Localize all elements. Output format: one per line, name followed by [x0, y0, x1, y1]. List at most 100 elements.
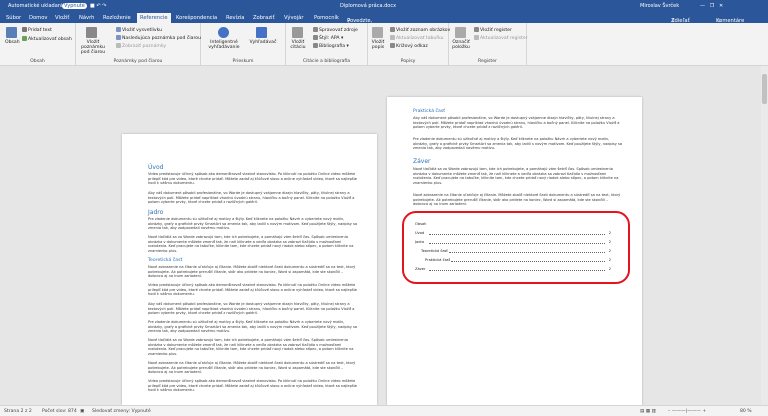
next-note-icon	[116, 35, 121, 40]
chevron-down-icon: ▾	[346, 44, 349, 49]
show-notes-label: Zobraziť poznámky	[122, 44, 167, 49]
tab-layout[interactable]: Rozloženie	[103, 15, 131, 21]
toc-button[interactable]: Obsah	[5, 40, 20, 45]
heading-jadro: Jadro	[148, 209, 164, 216]
cross-reference-label: Krížový odkaz	[396, 44, 428, 49]
footnote-icon	[86, 27, 97, 38]
chevron-down-icon: ▾	[340, 36, 344, 41]
insert-footnote-button[interactable]: Vložiť poznámku pod čiarou	[78, 40, 108, 55]
add-text-label: Pridať text	[28, 28, 52, 33]
scrollbar-thumb[interactable]	[762, 74, 767, 104]
tof-icon	[390, 27, 395, 32]
tab-view[interactable]: Zobraziť	[253, 15, 275, 21]
window-controls[interactable]: — ❐ ✕	[700, 3, 723, 9]
bibliography-label: Bibliografia	[319, 44, 346, 49]
heading-zaver: Záver	[413, 158, 431, 165]
group-label: Popisy	[400, 59, 416, 64]
paragraph: Pre zladenie dokumentu sú užitočné aj mo…	[148, 320, 358, 334]
group-label: Obsah	[30, 59, 45, 64]
group-label: Citácie a bibliografia	[302, 59, 351, 64]
tab-insert[interactable]: Vložiť	[55, 15, 69, 21]
tab-review[interactable]: Revízia	[226, 15, 244, 21]
paragraph: Nové zobrazenie na čítanie uľahčuje aj č…	[148, 265, 356, 279]
update-index-button[interactable]: Aktualizovať register	[474, 35, 528, 41]
word-count[interactable]: Počet slov: 874	[42, 409, 77, 414]
insert-tof-label: Vložiť zoznam obrázkov	[396, 28, 451, 33]
refresh-icon	[474, 35, 479, 40]
tab-design[interactable]: Návrh	[79, 15, 94, 21]
autosave-label: Automatické ukladanie	[8, 3, 66, 9]
zoom-level[interactable]: 80 %	[740, 409, 752, 414]
autosave-toggle[interactable]: Vypnuté	[62, 2, 87, 9]
add-text-icon	[22, 27, 27, 32]
tab-developer[interactable]: Vývojár	[284, 15, 303, 21]
researcher-button[interactable]: Vyhľadávač	[245, 40, 281, 45]
group-index: Označiť položku Vložiť register Aktualiz…	[449, 23, 528, 66]
update-toc-label: Aktualizovať obsah	[28, 37, 72, 42]
researcher-icon	[256, 27, 267, 38]
endnote-icon	[116, 27, 121, 32]
add-text-button[interactable]: Pridať text	[22, 27, 52, 33]
tab-home[interactable]: Domov	[29, 15, 47, 21]
user-name[interactable]: Miroslav Švrček	[640, 3, 679, 9]
group-footnotes: Vložiť poznámku pod čiarou Vložiť vysvet…	[76, 23, 201, 66]
update-tof-button[interactable]: Aktualizovať tabuľku	[390, 35, 444, 41]
track-changes-status[interactable]: Sledovať zmeny: Vypnuté	[92, 409, 151, 414]
paragraph: Nové zobrazenie na čítanie uľahčuje aj č…	[148, 361, 356, 375]
paragraph: Nové tlačidlá sa vo Worde zobrazujú tam,…	[148, 235, 354, 253]
vertical-scrollbar[interactable]	[761, 66, 768, 405]
paragraph: Pre zladenie dokumentu sú užitočné aj mo…	[413, 137, 623, 151]
tab-help[interactable]: Pomocník	[314, 15, 339, 21]
bibliography-icon	[313, 43, 318, 48]
paragraph: Pre zladenie dokumentu sú užitočné aj mo…	[148, 217, 358, 231]
bibliography-button[interactable]: Bibliografia ▾	[313, 43, 349, 49]
show-notes-button[interactable]: Zobraziť poznámky	[116, 43, 166, 49]
caption-icon	[372, 27, 383, 38]
update-index-label: Aktualizovať register	[480, 36, 528, 41]
insert-tof-button[interactable]: Vložiť zoznam obrázkov	[390, 27, 450, 33]
mark-entry-button[interactable]: Označiť položku	[451, 40, 471, 50]
document-title: Diplomová práca.docx	[340, 3, 397, 9]
group-label: Poznámky pod čiarou	[113, 59, 163, 64]
view-buttons[interactable]: ▤ ▦ ▥	[640, 409, 656, 414]
page-1[interactable]: Úvod Video predstavuje účinný spôsob ako…	[122, 134, 377, 405]
show-notes-icon	[116, 43, 121, 48]
smart-lookup-icon	[218, 27, 229, 38]
cross-reference-button[interactable]: Krížový odkaz	[390, 43, 428, 49]
insert-index-button[interactable]: Vložiť register	[474, 27, 512, 33]
paragraph: Nové tlačidlá sa vo Worde zobrazujú tam,…	[148, 338, 354, 356]
next-footnote-button[interactable]: Nasledujúca poznámka pod čiarou	[116, 35, 201, 41]
group-label: Register	[478, 59, 497, 64]
toc-icon	[6, 27, 17, 38]
paragraph: Video predstavuje účinný spôsob ako demo…	[148, 379, 357, 393]
manage-sources-button[interactable]: Spravovať zdroje	[313, 27, 358, 33]
page-indicator[interactable]: Strana 2 z 2	[4, 409, 32, 414]
paragraph: Video predstavuje účinný spôsob ako demo…	[148, 172, 357, 186]
style-select[interactable]: Štýl: APA ▾	[313, 35, 343, 41]
paragraph: Video predstavuje účinný spôsob ako demo…	[148, 283, 357, 297]
update-tof-label: Aktualizovať tabuľku	[396, 36, 444, 41]
zoom-slider[interactable]: – ———|——— +	[668, 409, 706, 414]
tab-file[interactable]: Súbor	[6, 15, 21, 21]
insert-citation-button[interactable]: Vložiť citáciu	[287, 40, 309, 50]
next-footnote-label: Nasledujúca poznámka pod čiarou	[122, 36, 201, 41]
insert-index-label: Vložiť register	[480, 28, 512, 33]
smart-lookup-button[interactable]: Inteligentné vyhľadávanie	[207, 40, 241, 50]
update-toc-button[interactable]: Aktualizovať obsah	[22, 36, 72, 42]
style-icon	[313, 35, 318, 40]
proofing-icon[interactable]: ▣	[80, 409, 84, 414]
ribbon: Obsah Pridať text Aktualizovať obsah Obs…	[0, 23, 768, 66]
paragraph: Aby váš dokument pôsobil profesionálne, …	[148, 302, 355, 316]
tab-mailings[interactable]: Korešpondencia	[176, 15, 217, 21]
refresh-icon	[390, 35, 395, 40]
group-captions: Vložiť popis Vložiť zoznam obrázkov Aktu…	[368, 23, 450, 66]
title-bar: Automatické ukladanie Vypnuté ■ ↶ ↷ Dipl…	[0, 0, 768, 12]
toc-highlight-annotation	[402, 211, 630, 284]
mark-entry-icon	[455, 27, 466, 38]
save-icon[interactable]: ■ ↶ ↷	[90, 3, 106, 9]
insert-endnote-button[interactable]: Vložiť vysvetlivku	[116, 27, 162, 33]
group-toc: Obsah Pridať text Aktualizovať obsah Obs…	[0, 23, 76, 66]
group-research: Inteligentné vyhľadávanie Vyhľadávač Pri…	[201, 23, 286, 66]
insert-caption-button[interactable]: Vložiť popis	[369, 40, 387, 50]
sources-icon	[313, 27, 318, 32]
